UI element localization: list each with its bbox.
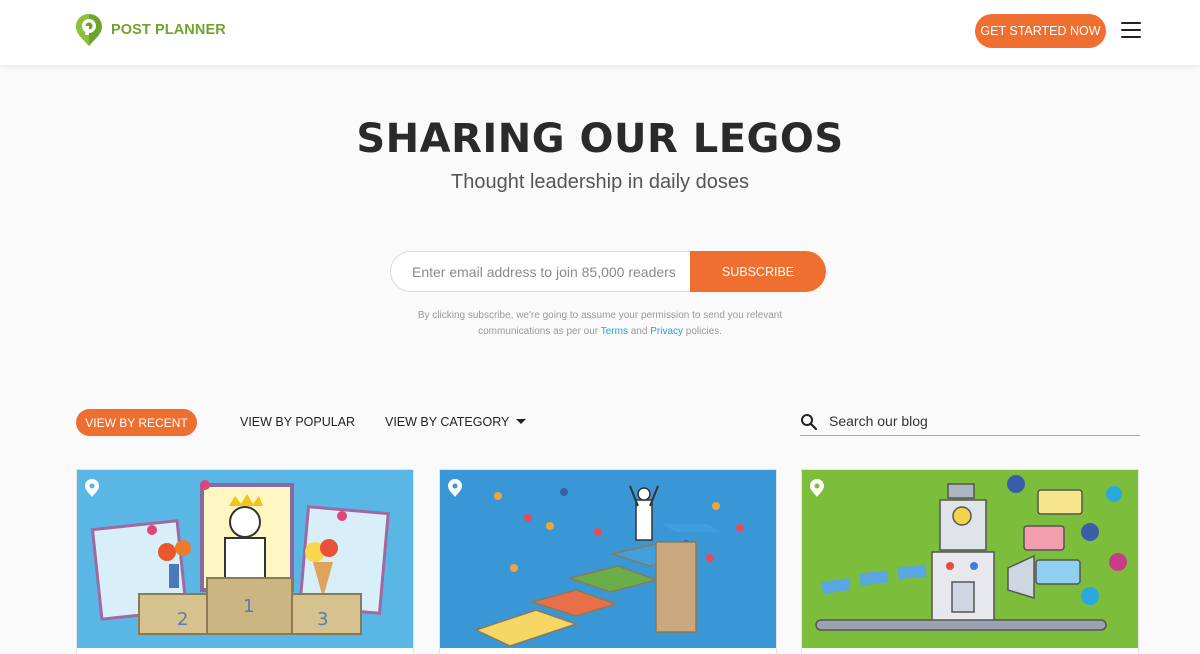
post-planner-badge-icon: [85, 479, 99, 497]
post-planner-badge-icon: [448, 479, 462, 497]
privacy-link[interactable]: Privacy: [650, 326, 683, 337]
blog-card-podium[interactable]: 2 1 3: [76, 469, 414, 654]
staircase-illustration: [440, 470, 776, 648]
site-header: POST PLANNER GET STARTED NOW: [0, 0, 1200, 65]
chevron-down-icon: [516, 419, 527, 424]
terms-link[interactable]: Terms: [601, 326, 628, 337]
podium-illustration: 2 1 3: [77, 470, 413, 648]
subscribe-form: SUBSCRIBE: [390, 251, 826, 292]
menu-bar-bottom: [1121, 36, 1141, 38]
category-label: VIEW BY CATEGORY: [385, 415, 510, 429]
view-by-category-dropdown[interactable]: VIEW BY CATEGORY: [385, 415, 527, 429]
logo-text: POST PLANNER: [111, 22, 226, 38]
svg-text:3: 3: [317, 609, 328, 630]
blog-card-robot[interactable]: [801, 469, 1139, 654]
menu-bar-middle: [1121, 29, 1141, 31]
consent-suffix: policies.: [683, 326, 722, 337]
subscribe-button[interactable]: SUBSCRIBE: [690, 251, 826, 292]
robot-illustration: [802, 470, 1138, 648]
post-planner-badge-icon: [810, 479, 824, 497]
hamburger-menu-icon[interactable]: [1121, 22, 1141, 40]
blog-search: [800, 409, 1140, 436]
logo-pin-icon: [76, 14, 102, 46]
blog-card-staircase[interactable]: [439, 469, 777, 654]
svg-text:2: 2: [177, 609, 188, 630]
page-title: SHARING OUR LEGOS: [356, 116, 844, 162]
search-icon: [801, 414, 818, 431]
view-by-popular-link[interactable]: VIEW BY POPULAR: [240, 415, 355, 429]
search-input[interactable]: [829, 411, 1129, 431]
consent-and: and: [627, 326, 651, 337]
view-by-recent-button[interactable]: VIEW BY RECENT: [76, 409, 197, 436]
post-planner-logo[interactable]: POST PLANNER: [75, 13, 226, 47]
get-started-button[interactable]: GET STARTED NOW: [975, 14, 1106, 48]
email-field[interactable]: [390, 251, 700, 292]
consent-notice: By clicking subscribe, we're going to as…: [400, 308, 800, 340]
page-subtitle: Thought leadership in daily doses: [451, 171, 749, 193]
menu-bar-top: [1121, 22, 1141, 24]
svg-text:1: 1: [243, 596, 254, 617]
